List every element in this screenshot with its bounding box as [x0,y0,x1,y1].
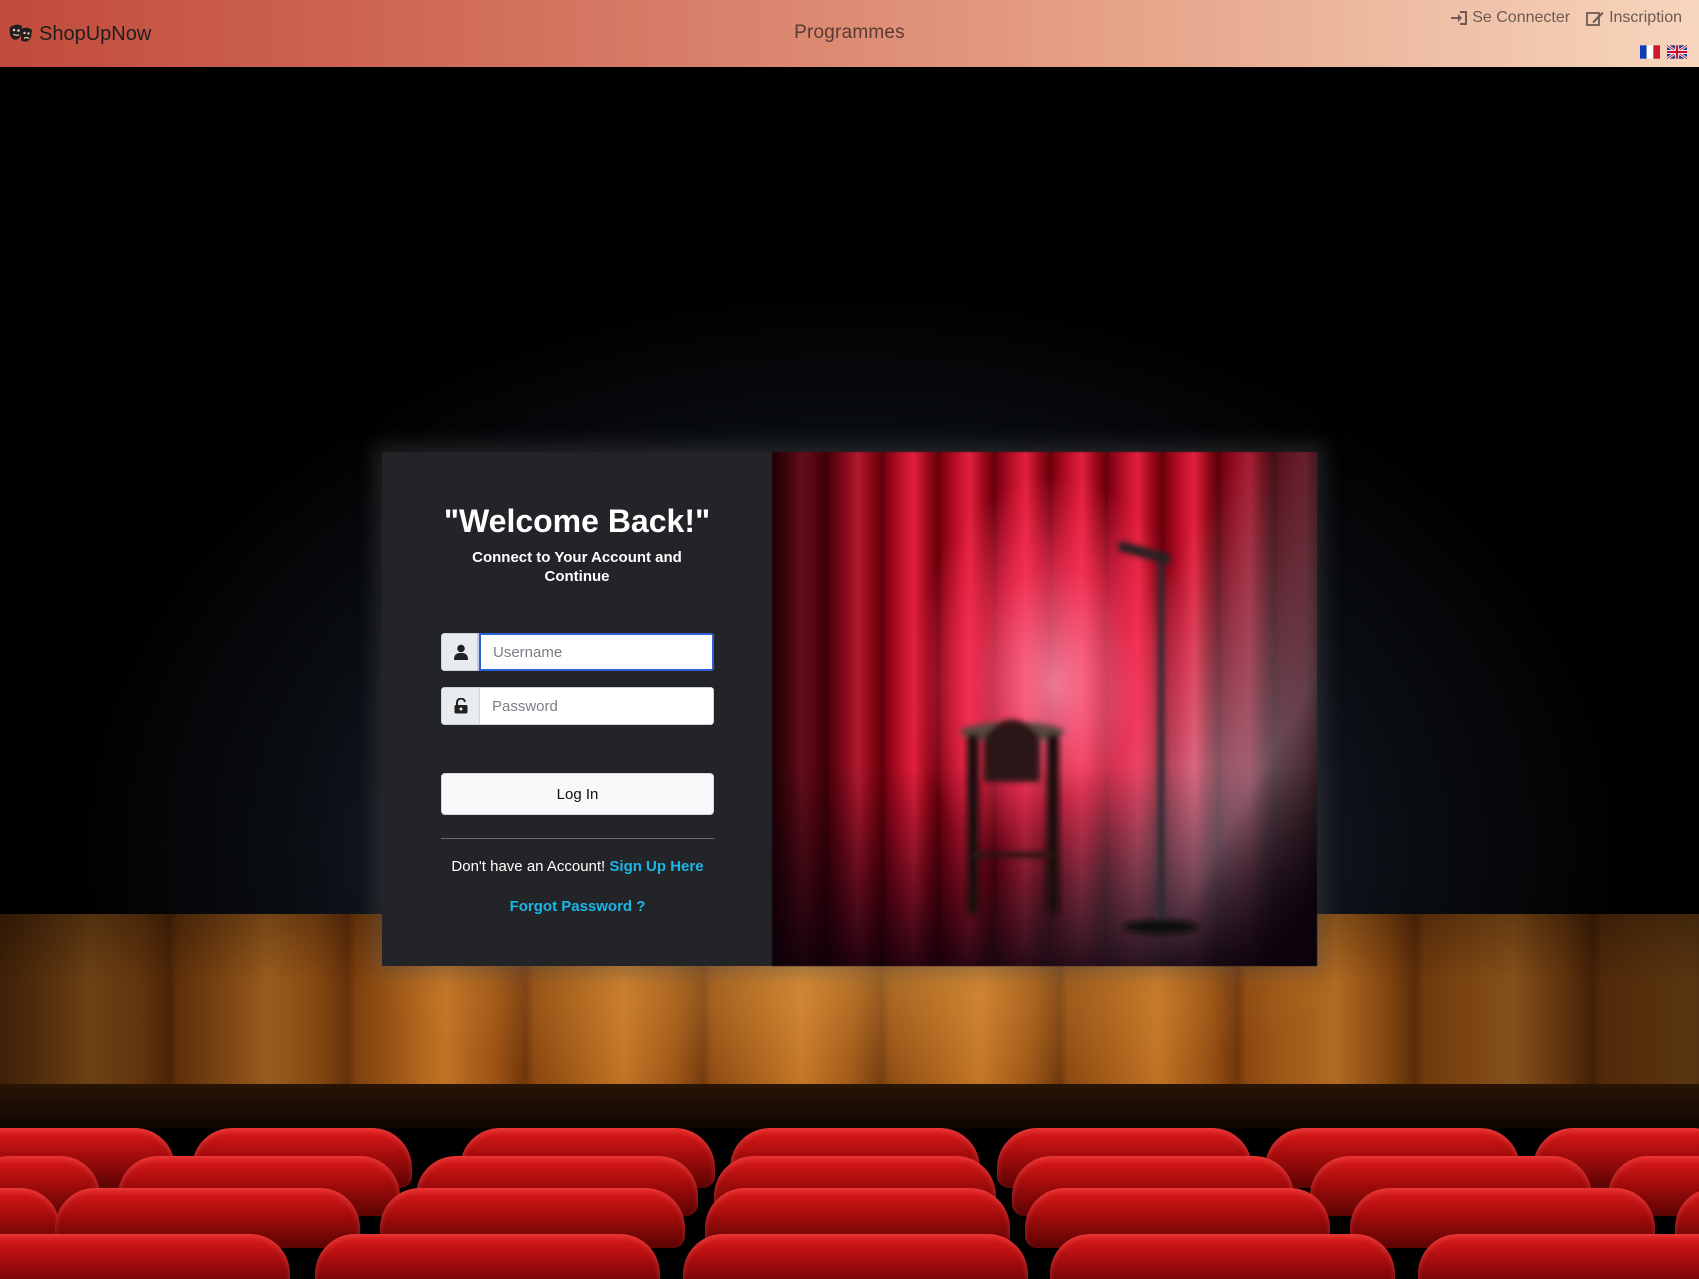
forgot-password-link[interactable]: Forgot Password ? [510,898,646,915]
page: ShopUpNow Programmes Se Connecter Inscri… [0,0,1699,1279]
welcome-title: "Welcome Back!" [443,503,711,539]
audience-seats [0,1128,1699,1279]
flag-fr-icon[interactable] [1640,45,1660,59]
seat [0,1234,290,1279]
username-group [441,633,714,671]
stage-edge [0,1084,1699,1134]
programmes-link[interactable]: Programmes [794,22,905,43]
nav-actions: Se Connecter Inscription [1451,9,1682,27]
seat [1050,1234,1395,1279]
signup-nav-link[interactable]: Inscription [1586,9,1682,27]
no-account-text: Don't have an Account! [451,858,606,875]
edit-icon [1586,11,1604,26]
signup-prompt: Don't have an Account! Sign Up Here [441,858,714,875]
login-button[interactable]: Log In [441,773,714,815]
seat [315,1234,660,1279]
signup-link[interactable]: Sign Up Here [609,858,703,875]
welcome-subtitle: Connect to Your Account and Continue [472,549,682,585]
flag-uk-icon[interactable] [1667,45,1687,59]
signup-nav-label: Inscription [1609,9,1682,26]
password-group [441,687,714,725]
sign-in-icon [1451,11,1468,25]
login-nav-label: Se Connecter [1472,9,1571,26]
user-icon [441,633,479,671]
stage-image [772,452,1317,966]
forgot-password-row: Forgot Password ? [441,898,714,915]
seat [1418,1234,1699,1279]
lock-icon [441,687,479,725]
password-input[interactable] [479,687,714,725]
seat [683,1234,1028,1279]
navbar: ShopUpNow Programmes Se Connecter Inscri… [0,0,1699,67]
stool-and-microphone-image [960,541,1199,934]
username-input[interactable] [479,633,714,671]
divider [441,838,714,839]
language-selector [1640,45,1687,59]
login-nav-link[interactable]: Se Connecter [1451,9,1570,27]
